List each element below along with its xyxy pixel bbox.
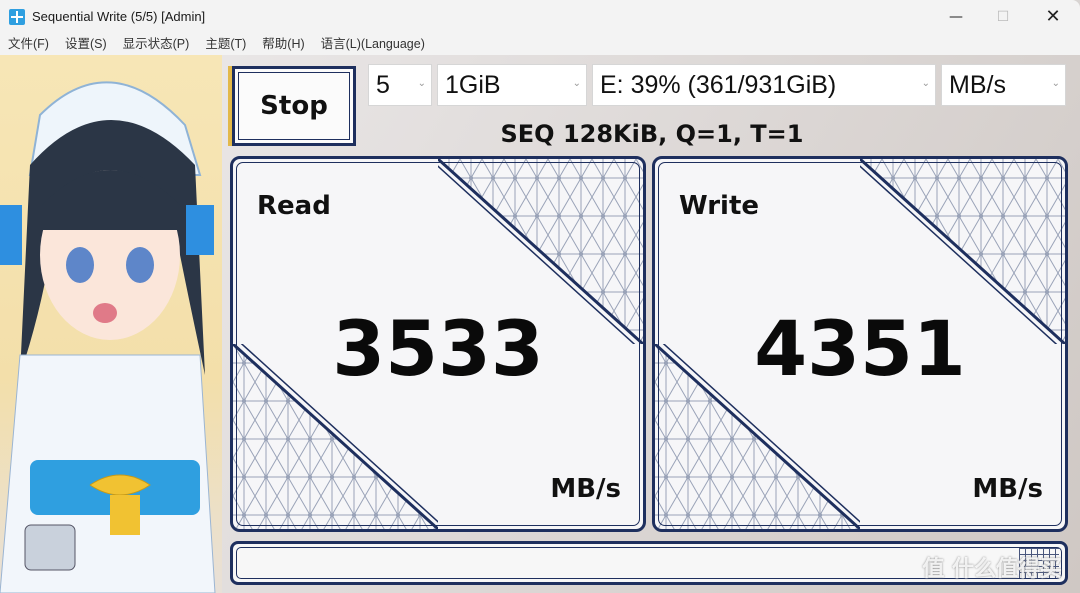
app-icon [9, 9, 25, 25]
chevron-down-icon: ⌄ [921, 78, 930, 89]
read-result-panel: Read 3533 MB/s [230, 156, 646, 532]
menu-help[interactable]: 帮助(H) [262, 33, 304, 55]
chevron-down-icon: ⌄ [572, 78, 581, 89]
mascot-illustration [0, 55, 222, 593]
test-count-select[interactable]: 5 ⌄ [368, 64, 432, 106]
title-bar: Sequential Write (5/5) [Admin] — ☐ ✕ [0, 0, 1080, 33]
read-unit: MB/s [550, 474, 621, 504]
menu-settings[interactable]: 设置(S) [65, 33, 107, 55]
unit-value: MB/s [949, 70, 1006, 99]
maximize-button[interactable]: ☐ [980, 0, 1026, 33]
menu-display-status[interactable]: 显示状态(P) [123, 33, 190, 55]
drive-value: E: 39% (361/931GiB) [600, 70, 837, 99]
close-button[interactable]: ✕ [1030, 0, 1076, 33]
menu-bar: 文件(F) 设置(S) 显示状态(P) 主题(T) 帮助(H) 语言(L)(La… [0, 33, 1080, 55]
chevron-down-icon: ⌄ [1051, 78, 1060, 89]
read-label: Read [257, 191, 331, 221]
write-label: Write [679, 191, 760, 221]
menu-language[interactable]: 语言(L)(Language) [321, 33, 425, 55]
unit-select[interactable]: MB/s ⌄ [941, 64, 1066, 106]
write-result-panel: Write 4351 MB/s [652, 156, 1068, 532]
chevron-down-icon: ⌄ [417, 78, 426, 89]
write-value: 4351 [754, 304, 966, 393]
test-parameters-label: SEQ 128KiB, Q=1, T=1 [500, 120, 804, 148]
write-unit: MB/s [972, 474, 1043, 504]
test-size-value: 1GiB [445, 70, 501, 99]
test-count-value: 5 [376, 70, 390, 99]
window-title: Sequential Write (5/5) [Admin] [32, 9, 206, 24]
test-size-select[interactable]: 1GiB ⌄ [437, 64, 587, 106]
menu-file[interactable]: 文件(F) [8, 33, 49, 55]
watermark: 值 什么值得买 [922, 557, 1062, 582]
read-value: 3533 [332, 304, 544, 393]
menu-theme[interactable]: 主题(T) [205, 33, 246, 55]
drive-select[interactable]: E: 39% (361/931GiB) ⌄ [592, 64, 936, 106]
minimize-button[interactable]: — [933, 0, 979, 33]
